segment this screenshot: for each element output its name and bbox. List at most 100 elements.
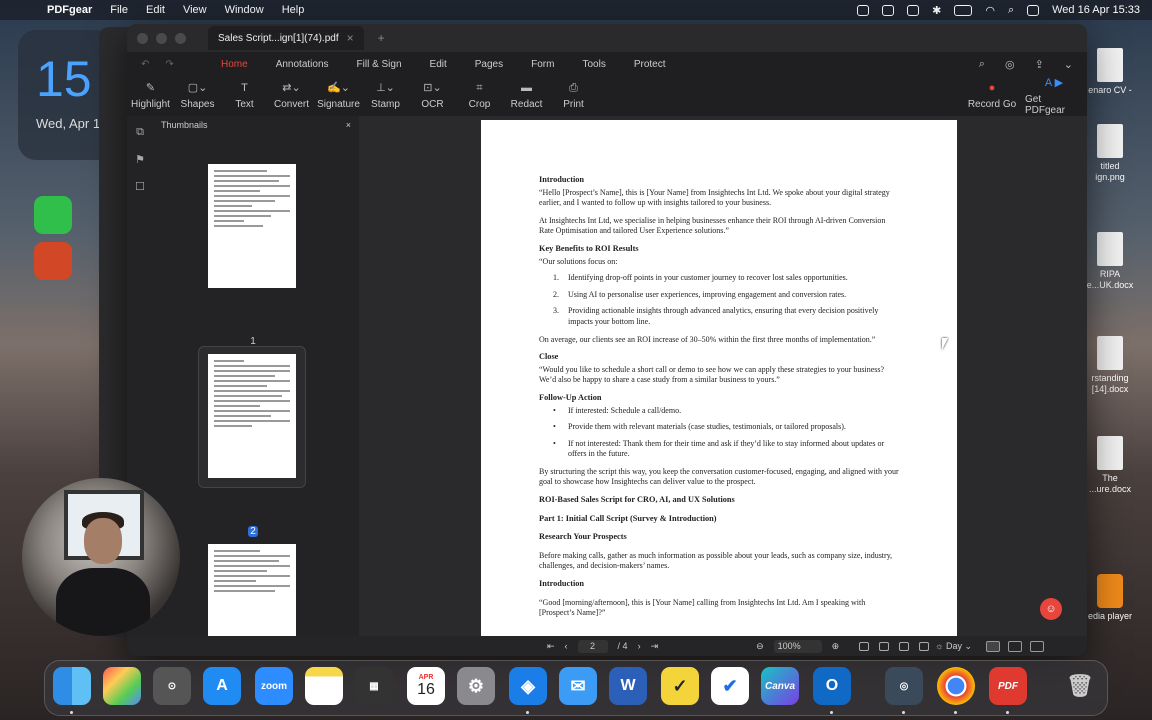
app-store-icon[interactable]: A	[203, 667, 241, 705]
page-thumbnail-1[interactable]	[208, 164, 296, 288]
menu-view[interactable]: View	[174, 4, 216, 16]
doc-paragraph: On average, our clients see an ROI incre…	[539, 334, 876, 344]
tab-form[interactable]: Form	[517, 59, 568, 70]
convert-button[interactable]: ⇄⌄ Convert	[268, 76, 315, 116]
comments-icon[interactable]: ☐	[135, 180, 145, 193]
status-icon[interactable]	[857, 4, 870, 16]
highlight-button[interactable]: ✎ Highlight	[127, 76, 174, 116]
launchpad-icon[interactable]	[103, 667, 141, 705]
rotate-icon[interactable]	[919, 641, 930, 651]
zoom-in-icon[interactable]: ⊕	[832, 641, 840, 652]
ai-icon[interactable]: ◎	[1005, 58, 1015, 71]
menu-app[interactable]: PDFgear	[38, 4, 101, 16]
tab-home[interactable]: Home	[207, 59, 262, 70]
bluetooth-icon[interactable]: ✱	[932, 4, 941, 17]
zoom-select[interactable]: 100%	[773, 639, 822, 653]
prev-page-icon[interactable]: ‹	[565, 641, 568, 651]
redo-icon[interactable]: ↷	[165, 59, 173, 70]
menu-file[interactable]: File	[101, 4, 137, 16]
menu-window[interactable]: Window	[216, 4, 273, 16]
menu-help[interactable]: Help	[273, 4, 314, 16]
control-center-icon[interactable]	[1027, 4, 1040, 16]
fit-width-icon[interactable]	[879, 641, 890, 651]
close-sidebar-icon[interactable]: ×	[346, 120, 351, 130]
notes-icon[interactable]	[305, 667, 343, 705]
system-settings-icon[interactable]: ⚙	[457, 667, 495, 705]
page-thumbnail-2[interactable]	[208, 354, 296, 478]
running-indicator	[526, 711, 529, 714]
tab-pages[interactable]: Pages	[461, 59, 517, 70]
calculator-icon[interactable]: ▦	[355, 667, 393, 705]
page-number-input[interactable]: 2	[577, 639, 608, 653]
zoom-out-icon[interactable]: ⊖	[756, 641, 764, 652]
thumbnails-icon[interactable]: ⧉	[136, 126, 144, 139]
crop-button[interactable]: ⌗ Crop	[456, 76, 503, 116]
get-pdfgear-button[interactable]: A ▶ Get PDFgear	[1025, 76, 1083, 116]
chrome-icon[interactable]	[937, 667, 975, 705]
status-icon[interactable]	[907, 4, 920, 16]
zoom-window-button[interactable]	[175, 32, 186, 44]
undo-icon[interactable]: ↶	[141, 59, 149, 70]
theme-select[interactable]: ☼ Day ⌄	[935, 641, 972, 652]
screenshot-icon[interactable]: ⊙	[153, 667, 191, 705]
shapes-button[interactable]: ▢⌄ Shapes	[174, 76, 221, 116]
text-button[interactable]: T Text	[221, 76, 268, 116]
tab-tools[interactable]: Tools	[568, 59, 619, 70]
two-page-icon[interactable]	[899, 641, 910, 651]
status-icon[interactable]	[882, 4, 895, 16]
first-page-icon[interactable]: ⇤	[547, 641, 555, 652]
grid-layout-icon[interactable]	[1008, 640, 1023, 652]
single-page-layout-icon[interactable]	[986, 640, 1001, 652]
mail-icon[interactable]: ✉	[559, 667, 597, 705]
share-icon[interactable]: ⇪	[1035, 58, 1044, 71]
last-page-icon[interactable]: ⇥	[651, 641, 659, 652]
redact-button[interactable]: ▬ Redact	[503, 76, 550, 116]
menu-edit[interactable]: Edit	[137, 4, 174, 16]
new-tab-button[interactable]: +	[378, 31, 385, 45]
search-icon[interactable]: ⌕	[1008, 4, 1014, 17]
record-go-button[interactable]: ● Record Go	[963, 76, 1021, 116]
finder-icon[interactable]	[53, 667, 91, 705]
tasks-app-icon[interactable]: ✓	[661, 667, 699, 705]
print-button[interactable]: ⎙ Print	[550, 76, 597, 116]
stamp-button[interactable]: ⊥⌄ Stamp	[362, 76, 409, 116]
canva-icon[interactable]: Canva	[761, 667, 799, 705]
quicktime-icon[interactable]: ◎	[885, 667, 923, 705]
page-thumbnail-3[interactable]	[208, 544, 296, 636]
tab-annotations[interactable]: Annotations	[262, 59, 343, 70]
highlight-icon: ✎	[145, 82, 156, 94]
zoom-app-icon[interactable]: zoom	[255, 667, 293, 705]
tab-protect[interactable]: Protect	[620, 59, 680, 70]
word-icon[interactable]: W	[609, 667, 647, 705]
next-page-icon[interactable]: ›	[638, 641, 641, 651]
promo-tools: ● Record Go A ▶ Get PDFgear	[963, 76, 1087, 116]
document-viewer[interactable]: Introduction “Hello [Prospect’s Name], t…	[359, 116, 1087, 636]
minimize-window-button[interactable]	[156, 32, 167, 44]
chevron-down-icon[interactable]: ⌄	[1064, 58, 1073, 71]
continuous-layout-icon[interactable]	[1030, 640, 1045, 652]
tab-fill-sign[interactable]: Fill & Sign	[343, 59, 416, 70]
doc-heading: Follow-Up Action	[539, 392, 602, 402]
trash-icon[interactable]: 🗑	[1061, 667, 1099, 705]
facetime-icon[interactable]	[34, 196, 72, 234]
list-item: • If not interested: Thank them for their…	[553, 438, 885, 459]
pdfgear-dock-icon[interactable]: PDF	[989, 667, 1027, 705]
search-icon[interactable]: ⌕	[979, 58, 985, 71]
todo-icon[interactable]: ✔	[711, 667, 749, 705]
ocr-button[interactable]: ⊡⌄ OCR	[409, 76, 456, 116]
clock[interactable]: Wed 16 Apr 15:33	[1052, 4, 1140, 16]
bookmark-icon[interactable]: ⚑	[135, 153, 145, 166]
fit-page-icon[interactable]	[859, 641, 870, 651]
wifi-icon[interactable]: ◠	[985, 4, 995, 17]
signature-button[interactable]: ✍⌄ Signature	[315, 76, 362, 116]
outlook-icon[interactable]: O	[813, 667, 851, 705]
document-tab[interactable]: Sales Script...ign[1](74).pdf ×	[208, 26, 364, 50]
safari-icon[interactable]: ◈	[509, 667, 547, 705]
tab-edit[interactable]: Edit	[416, 59, 461, 70]
powerpoint-icon[interactable]	[34, 242, 72, 280]
battery-icon[interactable]	[954, 4, 973, 16]
ai-assistant-button[interactable]: ☺	[1040, 598, 1062, 620]
close-window-button[interactable]	[137, 32, 148, 44]
close-tab-icon[interactable]: ×	[347, 31, 354, 45]
calendar-icon[interactable]: APR 16	[407, 667, 445, 705]
